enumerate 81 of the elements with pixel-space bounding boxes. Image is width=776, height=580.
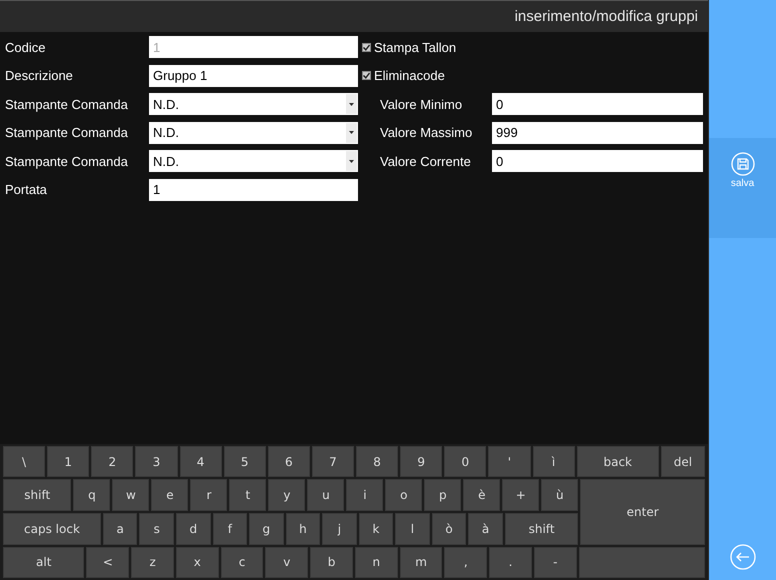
keyboard-key[interactable]: p bbox=[424, 479, 462, 511]
keyboard-key[interactable]: à bbox=[468, 513, 503, 545]
field-label: Descrizione bbox=[4, 68, 74, 84]
keyboard-key[interactable]: è bbox=[463, 479, 500, 511]
keyboard-key[interactable]: 3 bbox=[135, 446, 178, 478]
keyboard-key[interactable]: a bbox=[102, 513, 138, 545]
window-title: inserimento/modifica gruppi bbox=[514, 8, 698, 25]
keyboard-key[interactable]: 0 bbox=[444, 446, 486, 478]
keyboard-key[interactable]: b bbox=[310, 546, 353, 578]
keyboard-key[interactable]: 9 bbox=[400, 446, 442, 478]
keyboard-key[interactable]: 8 bbox=[356, 446, 398, 478]
keyboard-key[interactable]: + bbox=[502, 479, 540, 511]
keyboard-key[interactable]: ù bbox=[541, 479, 578, 511]
checkbox[interactable] bbox=[362, 42, 371, 52]
enter-key[interactable]: enter bbox=[580, 479, 705, 545]
keyboard-key[interactable]: i bbox=[346, 479, 384, 511]
keyboard-key[interactable]: 1 bbox=[47, 446, 90, 478]
keyboard-key[interactable]: back bbox=[576, 446, 659, 478]
input-field[interactable]: 0 bbox=[492, 93, 703, 116]
keyboard-key[interactable]: alt bbox=[3, 546, 84, 578]
keyboard-key[interactable]: q bbox=[73, 479, 110, 511]
input-field[interactable]: 999 bbox=[492, 122, 703, 144]
dropdown[interactable]: N.D. bbox=[149, 150, 358, 172]
keyboard-key[interactable]: y bbox=[268, 479, 306, 511]
input-field[interactable]: 0 bbox=[492, 150, 703, 172]
keyboard-key[interactable]: z bbox=[131, 546, 174, 578]
keyboard-key[interactable]: shift bbox=[504, 513, 578, 545]
keyboard-key[interactable]: j bbox=[322, 513, 357, 545]
keyboard-key[interactable]: h bbox=[286, 513, 320, 545]
keyboard-key[interactable]: l bbox=[395, 513, 430, 545]
field-label: Codice bbox=[4, 40, 46, 55]
field-label: Valore Minimo bbox=[379, 96, 464, 112]
keyboard-key[interactable]: t bbox=[229, 479, 266, 511]
keyboard-key[interactable]: n bbox=[354, 546, 398, 578]
floppy-disk-icon bbox=[730, 152, 754, 176]
keyboard-key[interactable]: ò bbox=[432, 513, 466, 545]
keyboard-key[interactable]: del bbox=[660, 446, 705, 478]
keyboard-key[interactable]: 7 bbox=[312, 446, 354, 478]
keyboard-key[interactable]: shift bbox=[3, 479, 72, 511]
keyboard-key[interactable]: w bbox=[112, 479, 150, 511]
keyboard-key[interactable]: 5 bbox=[224, 446, 266, 478]
keyboard-key[interactable]: 4 bbox=[180, 446, 222, 478]
field-label: Portata bbox=[4, 182, 48, 198]
keyboard-key[interactable]: < bbox=[86, 546, 130, 578]
checkbox-label: Eliminacode bbox=[374, 68, 445, 84]
keyboard-key[interactable]: ' bbox=[488, 446, 530, 478]
field-label: Valore Corrente bbox=[379, 154, 472, 169]
input-field[interactable]: Gruppo 1 bbox=[149, 64, 358, 87]
keyboard-key[interactable]: d bbox=[176, 513, 211, 545]
keyboard-key[interactable]: c bbox=[220, 546, 264, 578]
keyboard-key[interactable]: x bbox=[176, 546, 219, 578]
keyboard-key[interactable]: \ bbox=[3, 446, 46, 478]
input-field[interactable]: 1 bbox=[149, 178, 358, 201]
keyboard-key[interactable]: g bbox=[249, 513, 284, 545]
keyboard-key[interactable]: , bbox=[444, 546, 488, 578]
field-label: Stampante Comanda bbox=[4, 96, 129, 112]
field-label: Stampante Comanda bbox=[4, 125, 129, 140]
field-label: Stampante Comanda bbox=[4, 154, 129, 169]
keyboard-key[interactable]: u bbox=[307, 479, 344, 511]
caret-icon bbox=[349, 160, 354, 163]
keyboard-key[interactable]: f bbox=[212, 513, 248, 545]
dropdown[interactable]: N.D. bbox=[149, 122, 358, 144]
keyboard-key[interactable]: v bbox=[265, 546, 308, 578]
keyboard-key[interactable]: ì bbox=[532, 446, 575, 478]
keyboard-key[interactable]: 2 bbox=[91, 446, 134, 478]
keyboard-key[interactable]: m bbox=[400, 546, 442, 578]
keyboard-key[interactable]: e bbox=[151, 479, 188, 511]
keyboard-key[interactable]: s bbox=[139, 513, 174, 545]
caret-icon bbox=[349, 102, 354, 106]
keyboard-key[interactable]: r bbox=[190, 479, 228, 511]
keyboard-key[interactable]: o bbox=[385, 479, 422, 511]
dropdown[interactable]: N.D. bbox=[149, 93, 358, 116]
keyboard-key[interactable]: k bbox=[358, 513, 394, 545]
keyboard-key[interactable]: 6 bbox=[268, 446, 310, 478]
checkbox[interactable] bbox=[362, 71, 371, 80]
checkbox-label: Stampa Tallon bbox=[374, 40, 456, 55]
keyboard-key[interactable]: caps lock bbox=[3, 513, 101, 545]
keyboard-key[interactable]: - bbox=[534, 546, 577, 578]
keyboard-key[interactable]: . bbox=[489, 546, 532, 578]
caret-icon bbox=[349, 131, 354, 134]
field-label: Valore Massimo bbox=[379, 125, 474, 140]
